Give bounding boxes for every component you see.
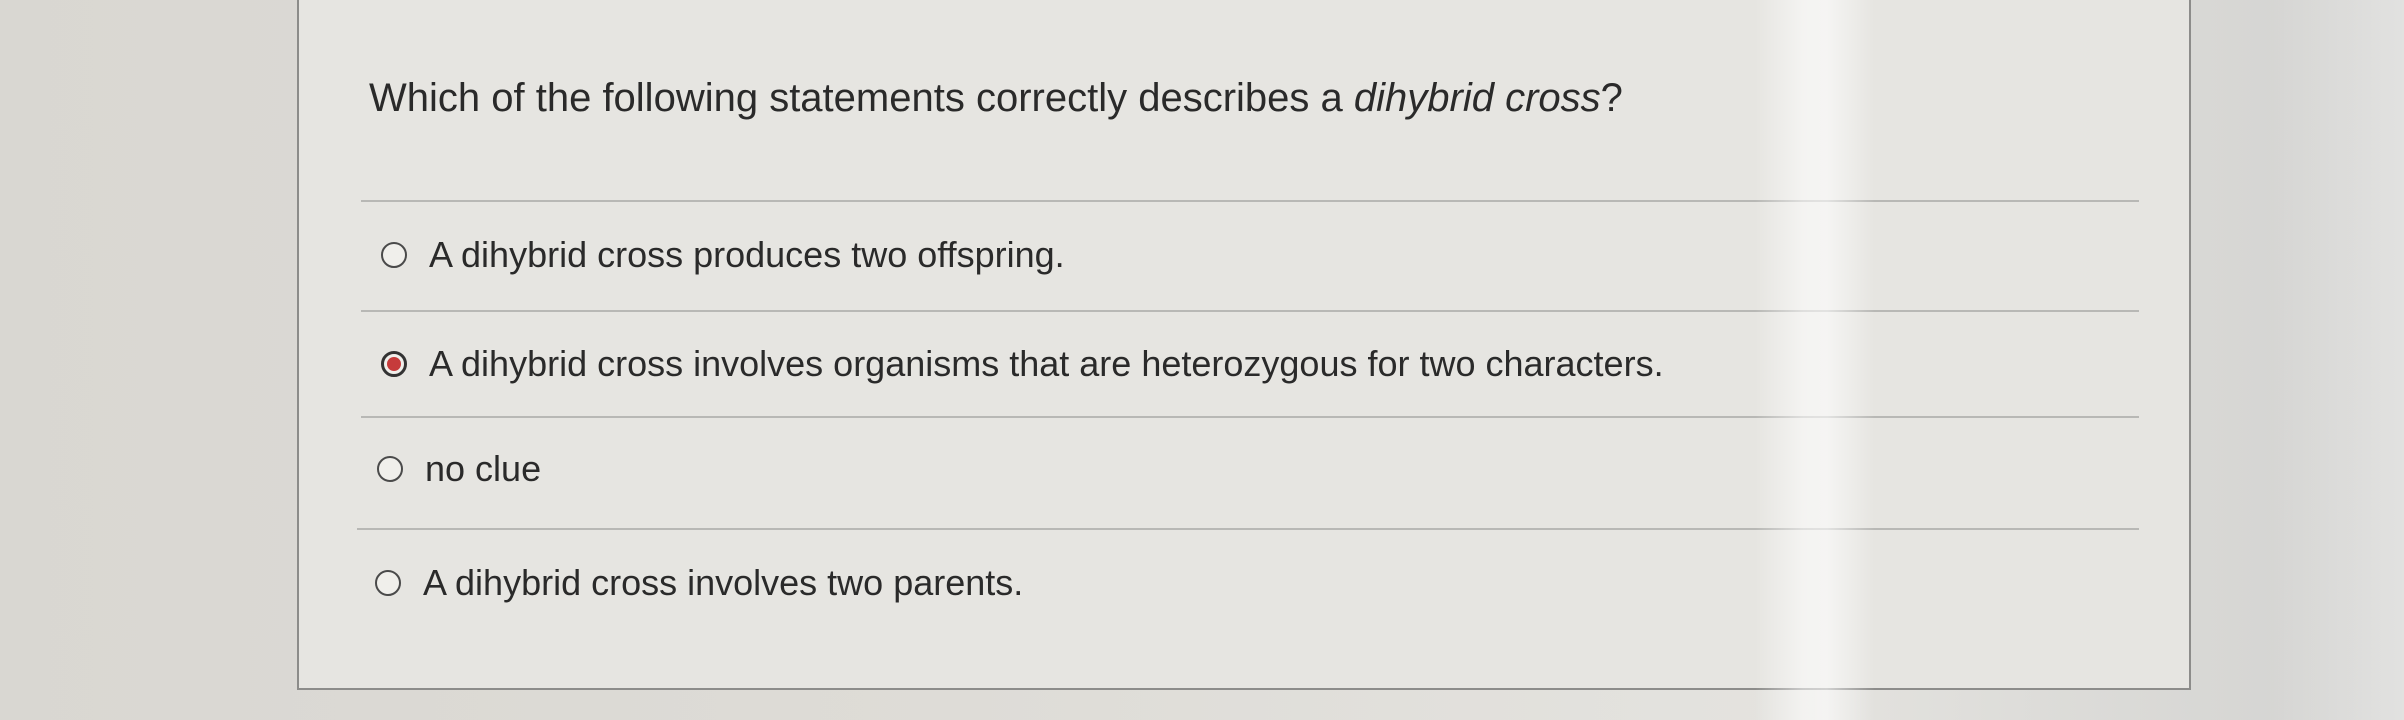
question-prompt-prefix: Which of the following statements correc… [369,76,1354,120]
question-prompt-suffix: ? [1600,76,1623,120]
divider [361,416,2139,418]
divider [357,528,2139,530]
screen-glare [2270,0,2404,720]
radio-button-option-1[interactable] [381,242,407,268]
question-prompt-emphasis: dihybrid cross [1353,76,1601,120]
answer-option-4[interactable]: A dihybrid cross involves two parents. [375,562,1023,604]
option-4-label: A dihybrid cross involves two parents. [423,562,1024,603]
answer-option-2[interactable]: A dihybrid cross involves organisms that… [381,343,1664,385]
radio-button-option-3[interactable] [377,456,403,482]
radio-button-option-4[interactable] [375,570,401,596]
radio-button-option-2-selected[interactable] [381,351,407,377]
option-3-label: no clue [425,448,542,489]
divider [361,200,2139,202]
answer-option-3[interactable]: no clue [377,448,541,490]
option-2-label: A dihybrid cross involves organisms that… [429,343,1664,384]
option-1-label: A dihybrid cross produces two offspring. [429,234,1065,275]
question-prompt: Which of the following statements correc… [369,76,1623,121]
divider [361,310,2139,312]
question-card: Which of the following statements correc… [297,0,2191,690]
answer-option-1[interactable]: A dihybrid cross produces two offspring. [381,234,1065,276]
